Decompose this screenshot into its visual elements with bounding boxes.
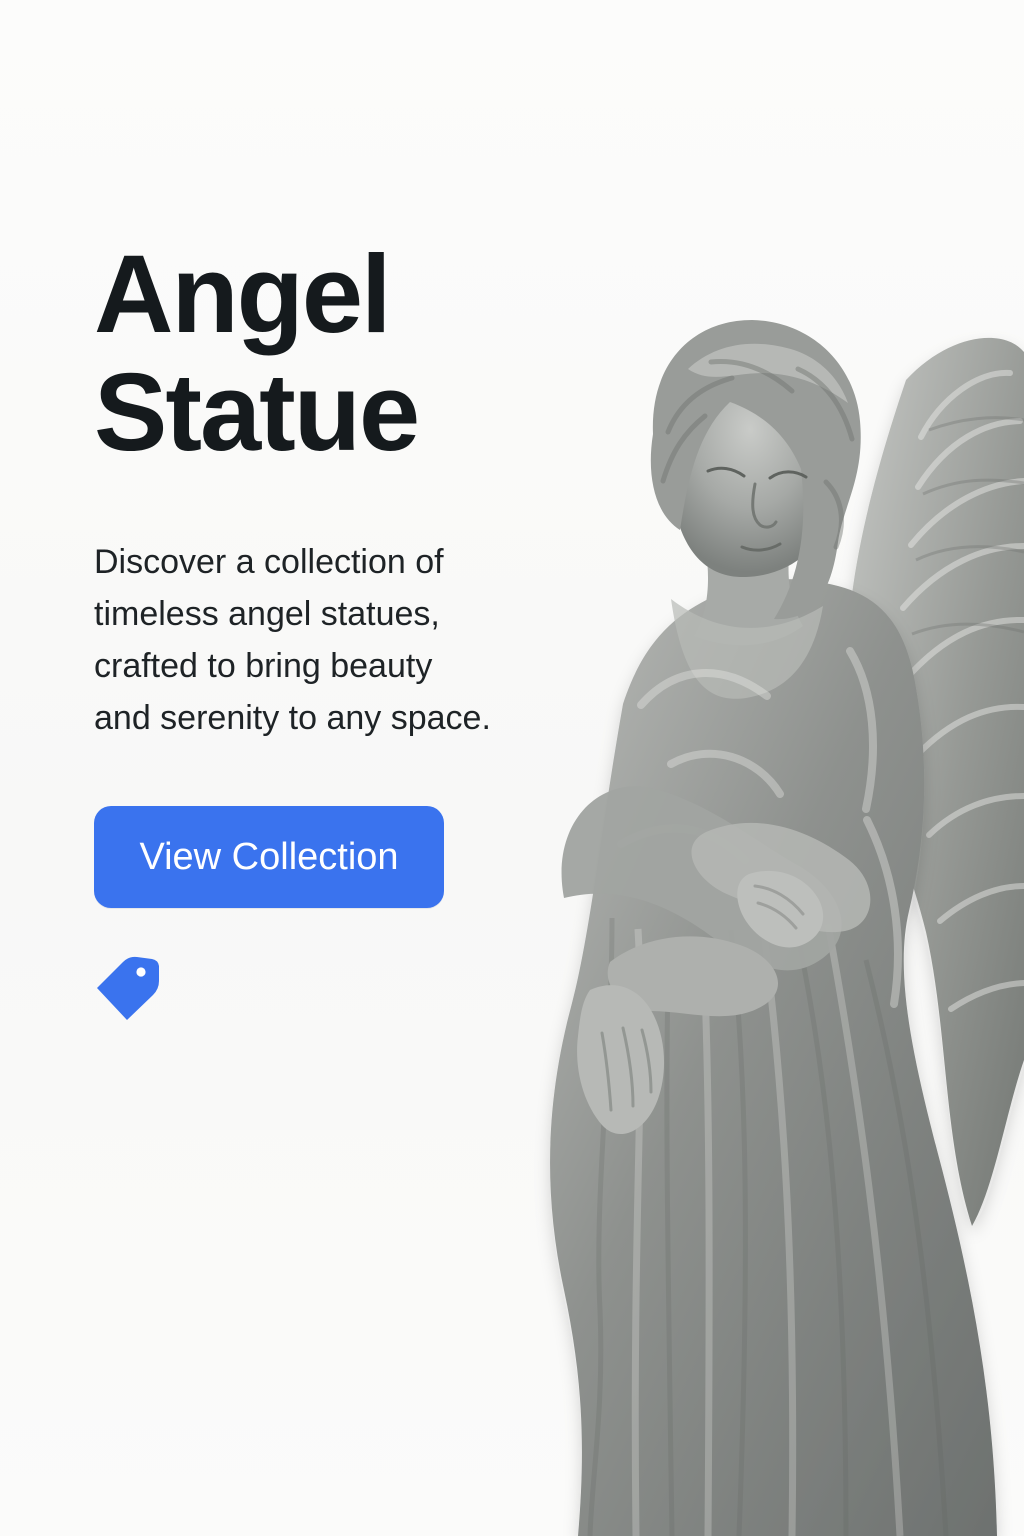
hero-content: Angel Statue Discover a collection of ti… (94, 236, 564, 1021)
description-line-3: crafted to bring beauty (94, 647, 433, 685)
view-collection-button[interactable]: View Collection (94, 806, 444, 908)
angel-statue-image (520, 300, 1024, 1536)
description-line-2: timeless angel statues, (94, 595, 440, 633)
page-title: Angel Statue (94, 236, 564, 472)
description-line-4: and serenity to any space. (94, 699, 491, 737)
hero-section: Angel Statue Discover a collection of ti… (0, 0, 1024, 1536)
hero-description: Discover a collection of timeless angel … (94, 536, 554, 744)
description-line-1: Discover a collection of (94, 543, 444, 581)
page-title-line-1: Angel (94, 233, 392, 356)
page-title-line-2: Statue (94, 351, 420, 474)
price-tag-icon (94, 955, 160, 1021)
